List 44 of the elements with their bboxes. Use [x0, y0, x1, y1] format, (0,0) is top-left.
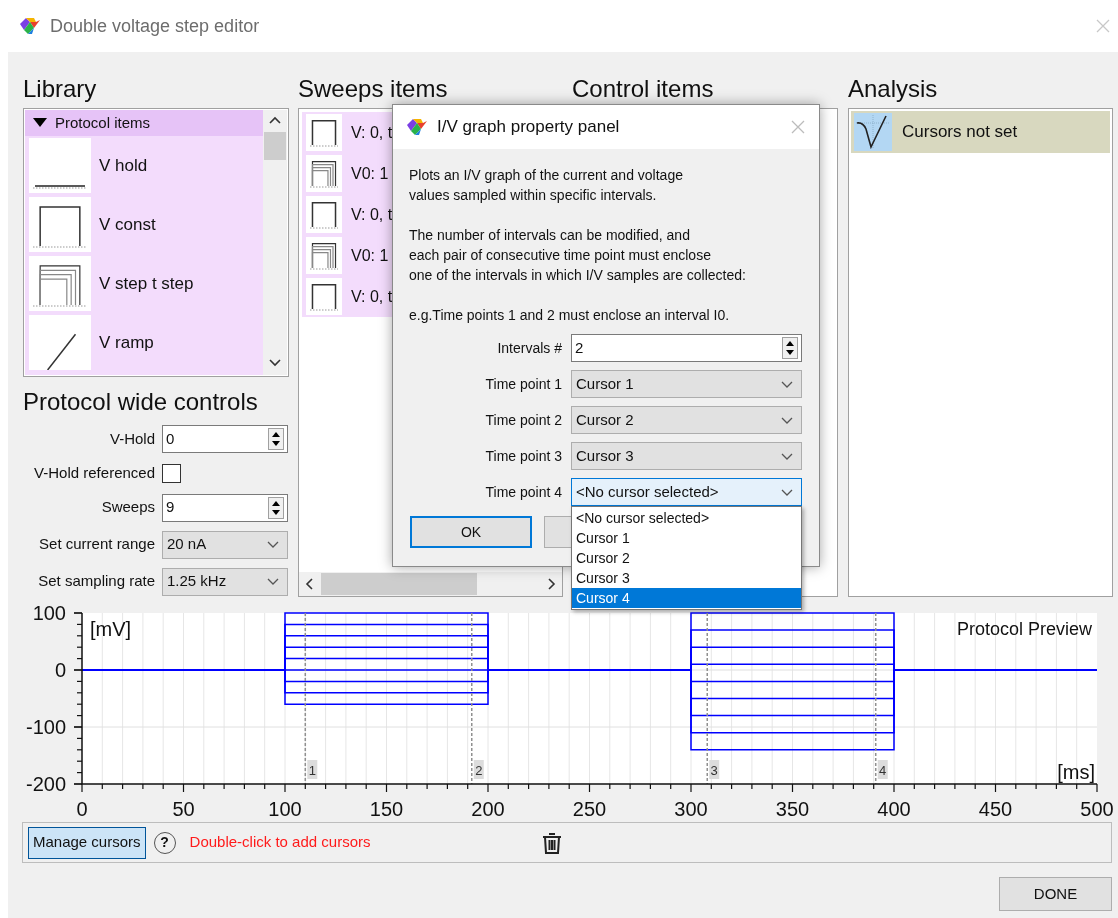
section-heading: Sweeps items — [298, 75, 448, 103]
cursor-label: 3 — [709, 760, 720, 779]
group-label: Protocol items — [55, 112, 151, 133]
axis-tick-label: -100 — [25, 716, 66, 738]
axis-tick-label: 450 — [978, 798, 1013, 820]
field-label: Time point 2 — [484, 410, 562, 430]
field-label: Set current range — [38, 534, 155, 555]
description-text: The number of intervals can be modified, and each pair of consecutive time point must enclose one of the intervals in which I/V samples are collected: — [409, 226, 747, 285]
field-label: Intervals # — [496, 338, 562, 358]
section-heading: Control items — [572, 75, 714, 103]
window-title: Double voltage step editor — [50, 14, 260, 38]
axis-tick-label: 350 — [775, 798, 810, 820]
axis-tick-label: 0 — [76, 798, 88, 820]
axis-title: [mV] — [90, 618, 132, 640]
chart-title: Protocol Preview — [956, 619, 1092, 639]
field-label: Set sampling rate — [37, 571, 155, 592]
cursor-label: 2 — [473, 760, 484, 779]
axis-tick-label: 200 — [471, 798, 505, 820]
description-text: Plots an I/V graph of the current and voltage values sampled within specific intervals. — [409, 166, 684, 205]
section-heading: Protocol wide controls — [23, 388, 258, 416]
field-label: V-Hold — [108, 428, 155, 449]
description-text: e.g.Time points 1 and 2 must enclose an interval I0. — [409, 306, 731, 325]
hint-text: Double-click to add cursors — [189, 832, 371, 853]
axis-tick-label: 0 — [54, 659, 66, 681]
section-heading: Analysis — [848, 75, 938, 103]
axis-tick-label: 400 — [877, 798, 911, 820]
field-label: V-Hold referenced — [33, 463, 155, 483]
axis-tick-label: 250 — [572, 798, 607, 820]
dialog-title: I/V graph property panel — [437, 116, 620, 139]
field-label: Time point 3 — [484, 446, 562, 466]
field-label: Time point 1 — [484, 374, 562, 394]
axis-tick-label: 300 — [674, 798, 708, 820]
field-label: Sweeps — [100, 497, 155, 518]
axis-title: [ms] — [1057, 761, 1095, 783]
field-label: Time point 4 — [484, 482, 562, 502]
section-heading: Library — [23, 75, 97, 103]
axis-tick-label: 50 — [172, 798, 195, 820]
cursor-label: 4 — [877, 760, 888, 779]
axis-tick-label: 500 — [1080, 798, 1114, 820]
axis-tick-label: -200 — [25, 773, 66, 795]
axis-tick-label: 150 — [369, 798, 404, 820]
axis-tick-label: 100 — [32, 602, 66, 624]
axis-tick-label: 100 — [268, 798, 302, 820]
cursor-label: 1 — [307, 760, 318, 779]
